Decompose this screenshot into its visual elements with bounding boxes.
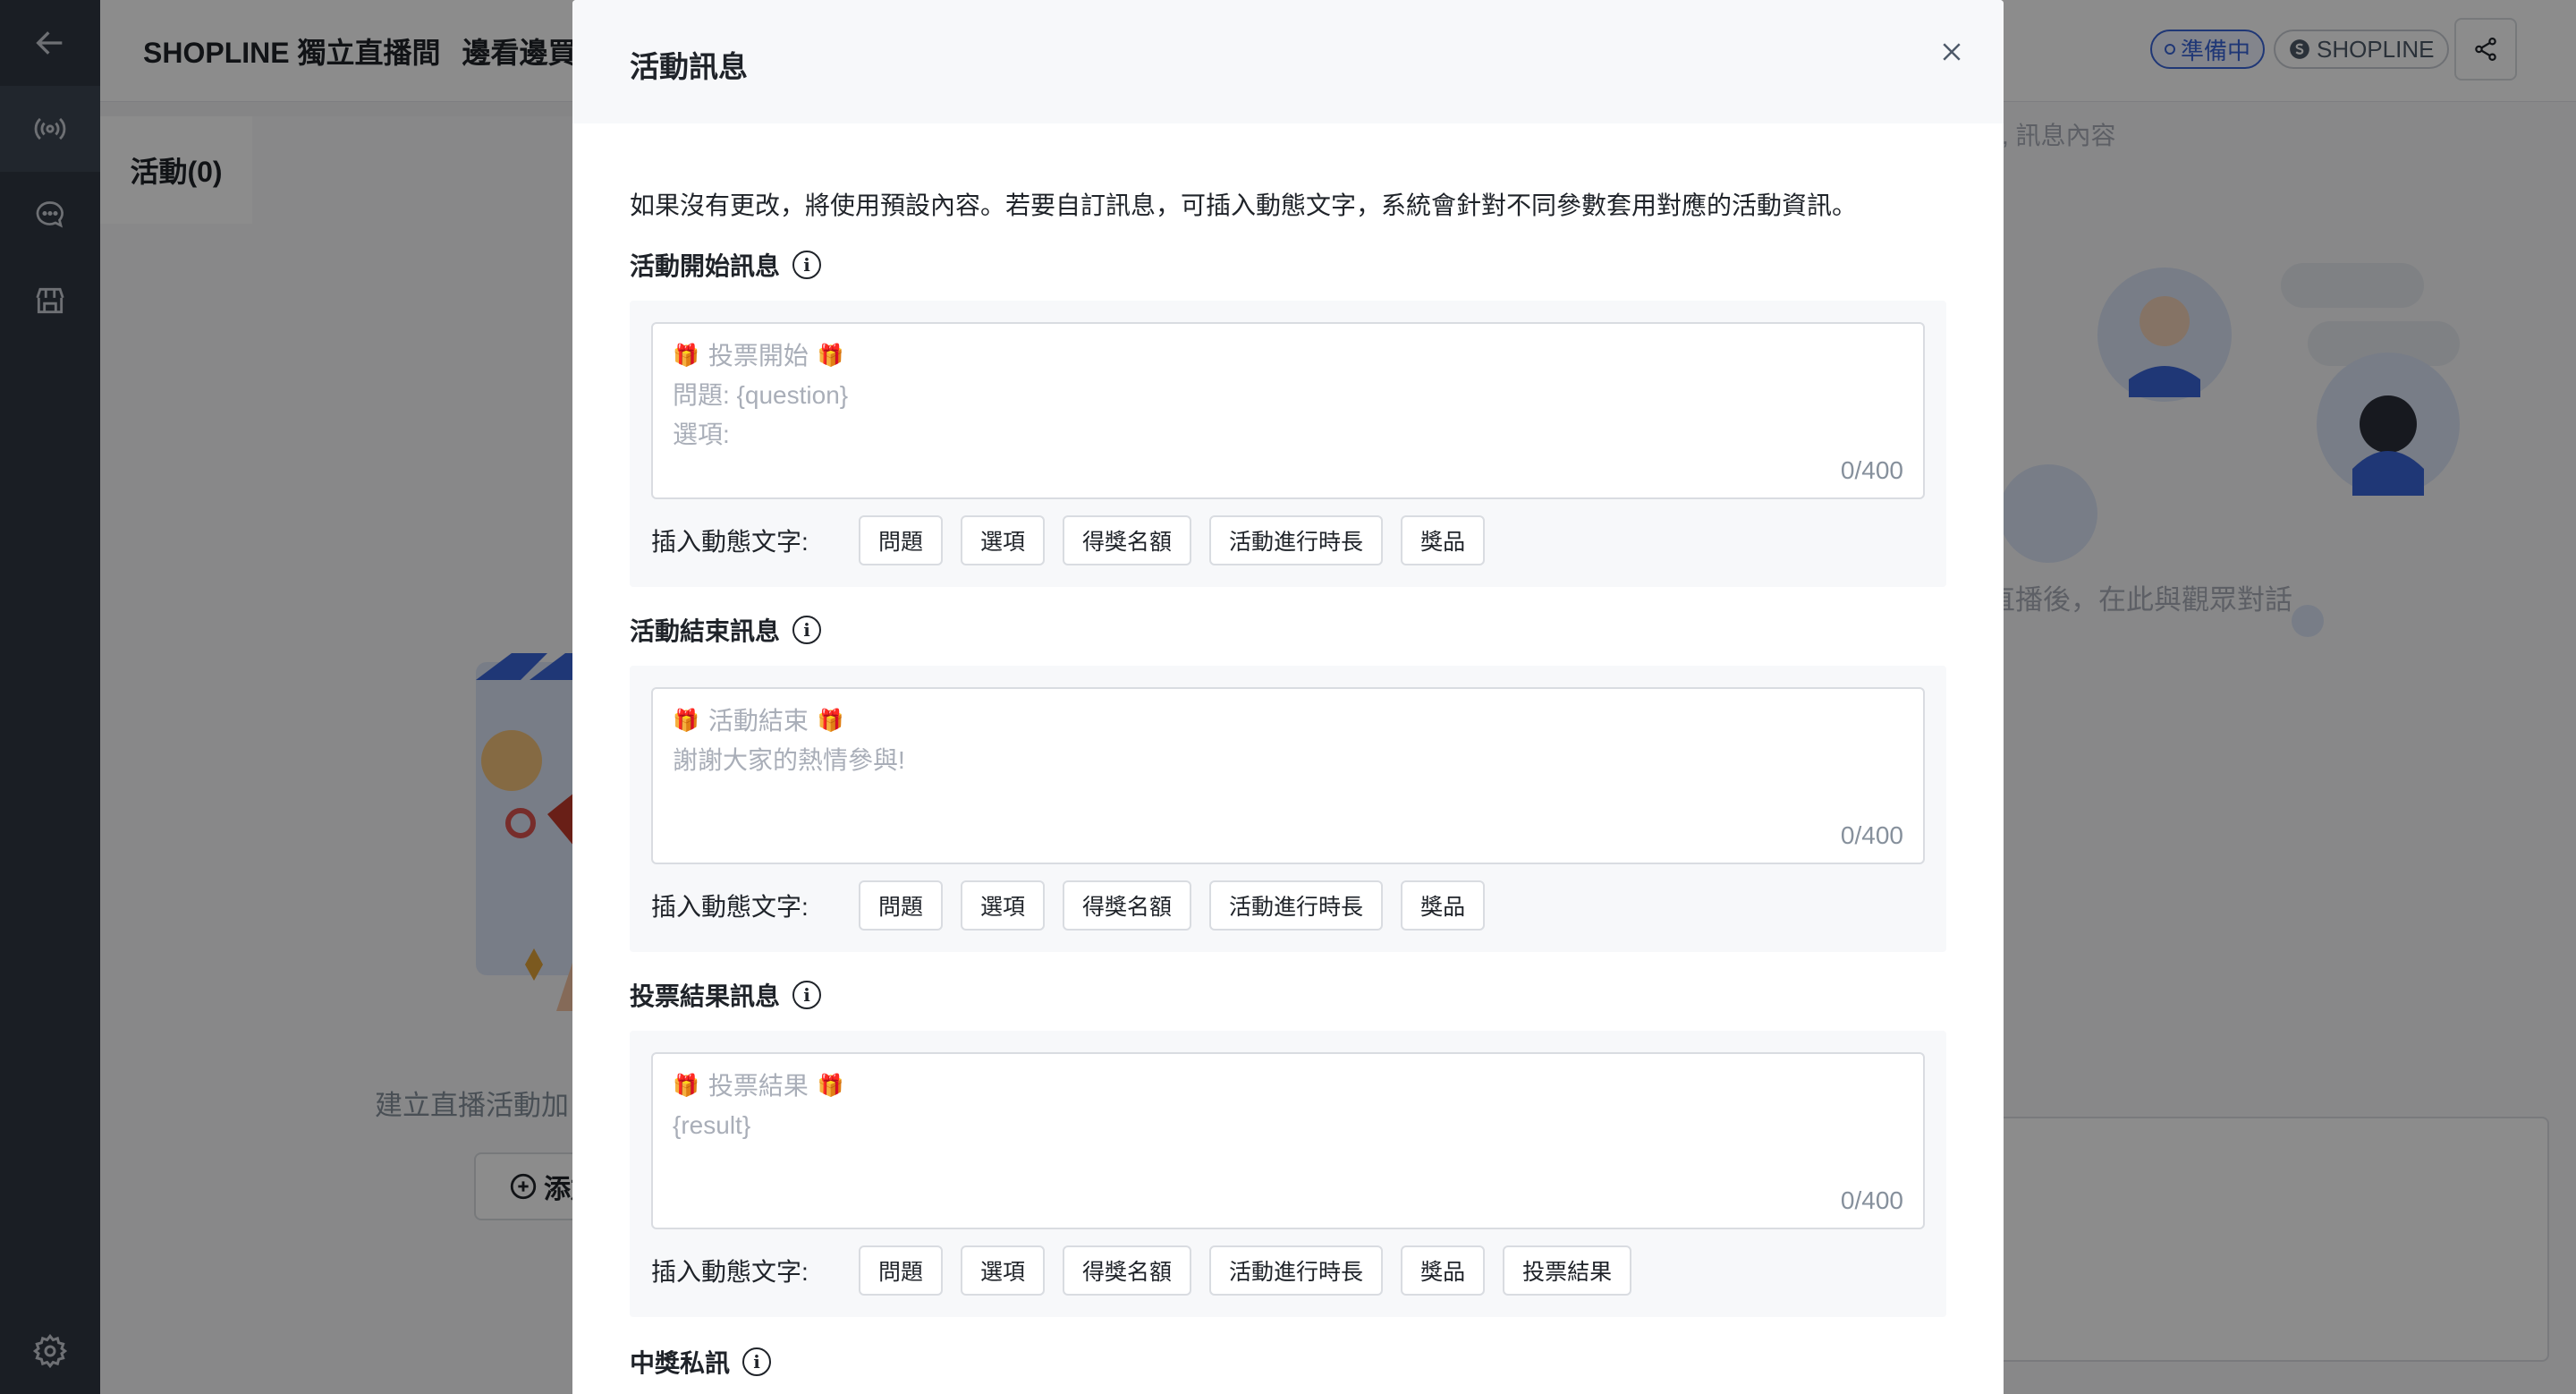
intro-text: 如果沒有更改，將使用預設內容。若要自訂訊息，可插入動態文字，系統會針對不同參數套… bbox=[630, 191, 1858, 219]
close-icon bbox=[1943, 43, 1961, 61]
info-icon[interactable]: i bbox=[742, 1347, 772, 1376]
info-icon[interactable]: i bbox=[792, 981, 822, 1009]
insert-options-button[interactable]: 選項 bbox=[961, 880, 1046, 931]
message-line: 謝謝大家的熱情參與! bbox=[673, 746, 905, 774]
section-title-winner-dm: 中獎私訊 i bbox=[630, 1344, 1946, 1380]
result-message-textarea[interactable]: 🎁 投票結果 🎁 {result} 0/400 bbox=[651, 1052, 1925, 1229]
section-result-label: 投票結果訊息 bbox=[630, 982, 781, 1010]
insert-duration-button[interactable]: 活動進行時長 bbox=[1209, 1245, 1384, 1296]
message-line: 🎁 活動結束 🎁 bbox=[673, 701, 1903, 741]
section-end-label: 活動結束訊息 bbox=[630, 617, 781, 645]
gift-icon: 🎁 bbox=[673, 1074, 699, 1098]
message-line: {result} bbox=[673, 1111, 751, 1139]
insert-prize-button[interactable]: 獎品 bbox=[1401, 1245, 1486, 1296]
section-title-end: 活動結束訊息 i bbox=[630, 612, 1946, 648]
insert-duration-button[interactable]: 活動進行時長 bbox=[1209, 880, 1384, 931]
insert-options-button[interactable]: 選項 bbox=[961, 515, 1046, 565]
insert-question-button[interactable]: 問題 bbox=[859, 1245, 944, 1296]
info-icon[interactable]: i bbox=[792, 251, 822, 279]
modal-header: 活動訊息 bbox=[572, 0, 2004, 123]
insert-dynamic-label: 插入動態文字: bbox=[651, 893, 809, 921]
end-message-card: 🎁 活動結束 🎁 謝謝大家的熱情參與! 0/400 插入動態文字: 問題 選項 得獎… bbox=[630, 666, 1946, 952]
close-button[interactable] bbox=[1930, 30, 1973, 73]
insert-dynamic-label: 插入動態文字: bbox=[651, 528, 809, 556]
insert-vote-result-button[interactable]: 投票結果 bbox=[1503, 1245, 1632, 1296]
insert-question-button[interactable]: 問題 bbox=[859, 515, 944, 565]
result-message-card: 🎁 投票結果 🎁 {result} 0/400 插入動態文字: 問題 選項 得獎名額… bbox=[630, 1031, 1946, 1317]
section-title-start: 活動開始訊息 i bbox=[630, 247, 1946, 283]
insert-duration-button[interactable]: 活動進行時長 bbox=[1209, 515, 1384, 565]
message-line-text: 投票結果 bbox=[708, 1072, 809, 1100]
start-message-textarea[interactable]: 🎁 投票開始 🎁 問題: {question} 選項: 0/400 bbox=[651, 322, 1925, 499]
insert-dynamic-row: 插入動態文字: 問題 選項 得獎名額 活動進行時長 獎品 bbox=[651, 515, 1925, 565]
gift-icon: 🎁 bbox=[817, 1074, 844, 1098]
insert-dynamic-label: 插入動態文字: bbox=[651, 1258, 809, 1286]
insert-winner-count-button[interactable]: 得獎名額 bbox=[1063, 1245, 1192, 1296]
insert-winner-count-button[interactable]: 得獎名額 bbox=[1063, 880, 1192, 931]
section-start-label: 活動開始訊息 bbox=[630, 252, 781, 280]
char-counter: 0/400 bbox=[1840, 456, 1903, 484]
message-line: 🎁 投票開始 🎁 bbox=[673, 336, 1903, 376]
gift-icon: 🎁 bbox=[817, 709, 844, 733]
modal-title: 活動訊息 bbox=[630, 50, 748, 83]
insert-options-button[interactable]: 選項 bbox=[961, 1245, 1046, 1296]
gift-icon: 🎁 bbox=[673, 344, 699, 368]
message-line: 問題: {question} bbox=[673, 381, 849, 409]
end-message-textarea[interactable]: 🎁 活動結束 🎁 謝謝大家的熱情參與! 0/400 bbox=[651, 687, 1925, 864]
insert-prize-button[interactable]: 獎品 bbox=[1401, 880, 1486, 931]
section-title-result: 投票結果訊息 i bbox=[630, 977, 1946, 1013]
info-icon[interactable]: i bbox=[792, 616, 822, 644]
char-counter: 0/400 bbox=[1840, 1186, 1903, 1214]
char-counter: 0/400 bbox=[1840, 821, 1903, 849]
gift-icon: 🎁 bbox=[817, 344, 844, 368]
activity-message-modal: 活動訊息 如果沒有更改，將使用預設內容。若要自訂訊息，可插入動態文字，系統會針對… bbox=[572, 0, 2004, 1394]
insert-question-button[interactable]: 問題 bbox=[859, 880, 944, 931]
insert-dynamic-row: 插入動態文字: 問題 選項 得獎名額 活動進行時長 獎品 投票結果 bbox=[651, 1245, 1925, 1296]
insert-prize-button[interactable]: 獎品 bbox=[1401, 515, 1486, 565]
insert-dynamic-row: 插入動態文字: 問題 選項 得獎名額 活動進行時長 獎品 bbox=[651, 880, 1925, 931]
message-line: 🎁 投票結果 🎁 bbox=[673, 1067, 1903, 1106]
message-line-text: 活動結束 bbox=[708, 707, 809, 735]
message-line-text: 投票開始 bbox=[708, 342, 809, 370]
message-line: 選項: bbox=[673, 421, 730, 448]
gift-icon: 🎁 bbox=[673, 709, 699, 733]
section-winner-dm-label: 中獎私訊 bbox=[630, 1349, 731, 1377]
start-message-card: 🎁 投票開始 🎁 問題: {question} 選項: 0/400 插入動態文字: … bbox=[630, 301, 1946, 587]
insert-winner-count-button[interactable]: 得獎名額 bbox=[1063, 515, 1192, 565]
modal-body: 如果沒有更改，將使用預設內容。若要自訂訊息，可插入動態文字，系統會針對不同參數套… bbox=[630, 123, 1946, 1380]
